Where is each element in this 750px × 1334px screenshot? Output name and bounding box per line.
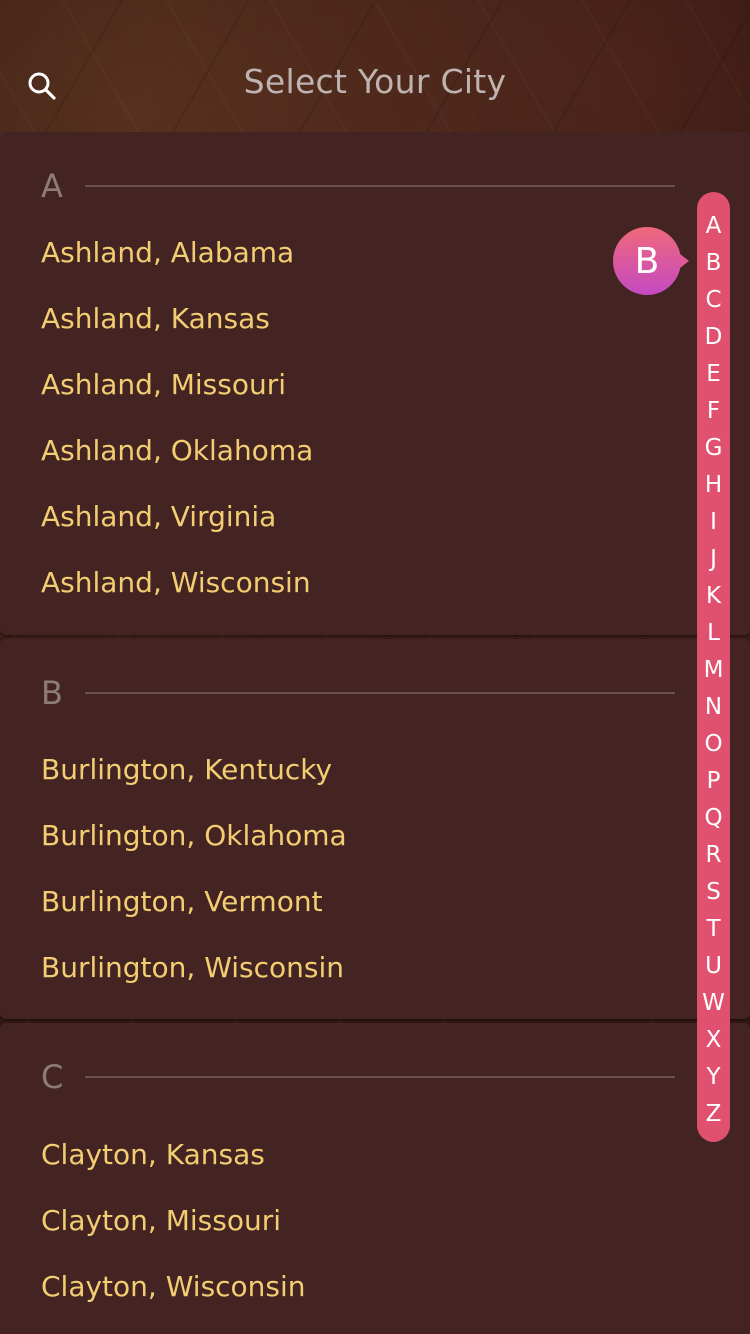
section-c: C Clayton, Kansas Clayton, Missouri Clay… bbox=[0, 1023, 750, 1334]
index-letter-w[interactable]: W bbox=[697, 985, 730, 1022]
section-letter: C bbox=[41, 1058, 64, 1096]
index-letter-j[interactable]: J bbox=[697, 541, 730, 578]
section-a: A Ashland, Alabama Ashland, Kansas Ashla… bbox=[0, 132, 750, 635]
city-item[interactable]: Ashland, Wisconsin bbox=[41, 558, 311, 608]
city-item[interactable]: Clayton, Kansas bbox=[41, 1130, 265, 1180]
city-item[interactable]: Burlington, Vermont bbox=[41, 877, 323, 927]
index-letter-u[interactable]: U bbox=[697, 948, 730, 985]
section-header: B bbox=[41, 671, 675, 715]
city-item[interactable]: Burlington, Wisconsin bbox=[41, 943, 344, 993]
page-title: Select Your City bbox=[243, 62, 507, 101]
index-letter-g[interactable]: G bbox=[697, 430, 730, 467]
city-item[interactable]: Ashland, Missouri bbox=[41, 360, 286, 410]
index-letter-l[interactable]: L bbox=[697, 615, 730, 652]
index-letter-e[interactable]: E bbox=[697, 356, 730, 393]
city-item[interactable]: Burlington, Kentucky bbox=[41, 745, 332, 795]
index-letter-m[interactable]: M bbox=[697, 652, 730, 689]
section-header: C bbox=[41, 1055, 675, 1099]
section-b: B Burlington, Kentucky Burlington, Oklah… bbox=[0, 639, 750, 1019]
header: Select Your City bbox=[0, 0, 750, 132]
index-letter-x[interactable]: X bbox=[697, 1022, 730, 1059]
index-letter-o[interactable]: O bbox=[697, 726, 730, 763]
active-letter-bubble: B bbox=[613, 227, 689, 295]
index-letter-r[interactable]: R bbox=[697, 837, 730, 874]
index-letter-t[interactable]: T bbox=[697, 911, 730, 948]
index-letter-n[interactable]: N bbox=[697, 689, 730, 726]
index-letter-i[interactable]: I bbox=[697, 504, 730, 541]
section-header: A bbox=[41, 164, 675, 208]
section-letter: B bbox=[41, 674, 63, 712]
index-letter-c[interactable]: C bbox=[697, 282, 730, 319]
index-letter-b[interactable]: B bbox=[697, 245, 730, 282]
index-letter-k[interactable]: K bbox=[697, 578, 730, 615]
index-letter-q[interactable]: Q bbox=[697, 800, 730, 837]
city-item[interactable]: Ashland, Oklahoma bbox=[41, 426, 313, 476]
city-item[interactable]: Ashland, Virginia bbox=[41, 492, 276, 542]
city-item[interactable]: Burlington, Oklahoma bbox=[41, 811, 347, 861]
index-letter-y[interactable]: Y bbox=[697, 1059, 730, 1096]
index-letter-z[interactable]: Z bbox=[697, 1096, 730, 1133]
alphabet-index[interactable]: A B C D E F G H I J K L M N O P Q R S T … bbox=[697, 192, 730, 1142]
section-divider bbox=[85, 185, 675, 187]
index-letter-a[interactable]: A bbox=[697, 208, 730, 245]
index-letter-s[interactable]: S bbox=[697, 874, 730, 911]
index-letter-d[interactable]: D bbox=[697, 319, 730, 356]
city-item[interactable]: Clayton, Missouri bbox=[41, 1196, 281, 1246]
city-item[interactable]: Ashland, Kansas bbox=[41, 294, 270, 344]
index-letter-h[interactable]: H bbox=[697, 467, 730, 504]
city-item[interactable]: Ashland, Alabama bbox=[41, 228, 294, 278]
index-letter-f[interactable]: F bbox=[697, 393, 730, 430]
index-letter-p[interactable]: P bbox=[697, 763, 730, 800]
section-letter: A bbox=[41, 167, 63, 205]
section-divider bbox=[85, 1076, 675, 1078]
city-item[interactable]: Clayton, Wisconsin bbox=[41, 1262, 306, 1312]
section-divider bbox=[85, 692, 675, 694]
